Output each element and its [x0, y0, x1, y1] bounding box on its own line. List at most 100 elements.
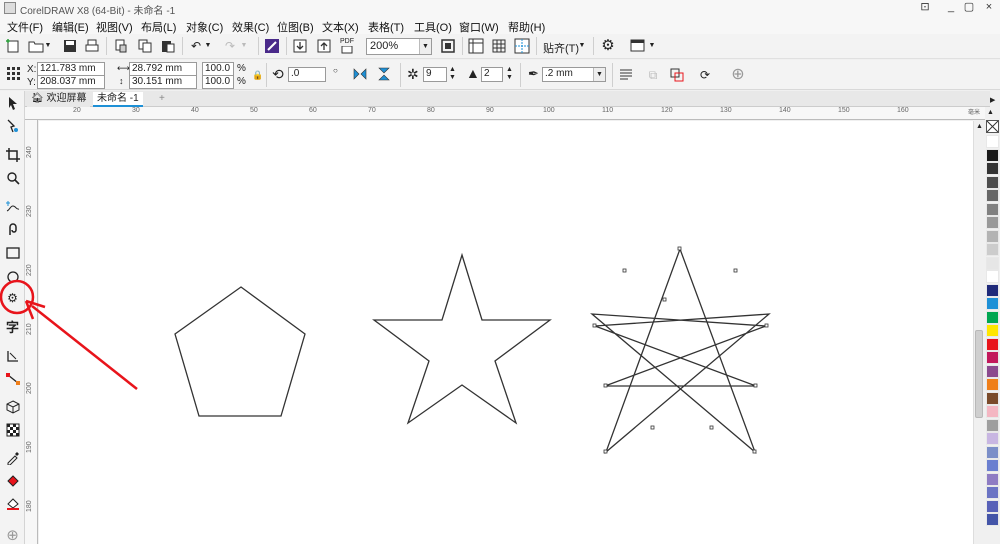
snap-dropdown-icon[interactable]: ▼: [578, 38, 586, 54]
menu-layout[interactable]: 布局(L): [141, 19, 176, 35]
crop-tool-icon[interactable]: [4, 148, 21, 165]
menu-help[interactable]: 帮助(H): [508, 19, 545, 35]
color-swatch[interactable]: [986, 189, 999, 202]
extrude-tool-icon[interactable]: [4, 400, 21, 417]
show-guidelines-icon[interactable]: [514, 38, 530, 54]
save-icon[interactable]: [62, 38, 78, 54]
publish-pdf-icon[interactable]: PDF: [339, 38, 355, 54]
redo-dropdown-icon[interactable]: ▼: [240, 38, 248, 54]
color-swatch[interactable]: [986, 405, 999, 418]
color-swatch[interactable]: [986, 418, 999, 432]
options-gear-icon[interactable]: ⚙: [600, 38, 616, 54]
points-spinner[interactable]: ▲ ▼: [449, 66, 456, 82]
eyedropper-tool-icon[interactable]: [4, 451, 21, 468]
application-launcher-icon[interactable]: [630, 38, 646, 54]
color-swatch[interactable]: [986, 445, 999, 459]
tab-welcome-screen[interactable]: 🏠︎ 欢迎屏幕: [27, 92, 91, 107]
color-swatch[interactable]: [986, 486, 999, 499]
five-point-star-shape[interactable]: [372, 252, 552, 425]
sharpness-field[interactable]: 2: [481, 67, 503, 82]
ellipse-tool-icon[interactable]: [4, 269, 21, 286]
color-swatch[interactable]: [986, 175, 999, 189]
show-rulers-icon[interactable]: [468, 38, 484, 54]
points-count-field[interactable]: 9: [423, 67, 447, 82]
color-swatch[interactable]: [986, 148, 999, 162]
color-swatch[interactable]: [986, 499, 999, 513]
shape-tool-icon[interactable]: [4, 119, 21, 136]
vertical-ruler[interactable]: 240 230 220 210 200 190 180: [25, 120, 38, 544]
help-window-button[interactable]: ⊡: [912, 0, 938, 17]
undo-dropdown-icon[interactable]: ▼: [204, 38, 212, 54]
menu-object[interactable]: 对象(C): [186, 19, 223, 35]
color-swatch[interactable]: [986, 297, 999, 310]
height-field[interactable]: 30.151 mm: [129, 75, 197, 89]
menu-edit[interactable]: 编辑(E): [52, 19, 89, 35]
tab-document[interactable]: 未命名 -1: [93, 92, 143, 107]
add-tool-icon[interactable]: ⊕: [4, 527, 21, 544]
copy-icon[interactable]: [137, 38, 153, 54]
pentagon-shape[interactable]: [174, 286, 306, 417]
scale-width-field[interactable]: 100.0: [202, 62, 234, 76]
menu-file[interactable]: 文件(F): [7, 19, 43, 35]
text-wrap-icon[interactable]: [618, 67, 634, 83]
pick-tool-icon[interactable]: [4, 96, 21, 113]
color-swatch[interactable]: [986, 391, 999, 405]
parallel-dimension-tool-icon[interactable]: [4, 349, 21, 366]
color-swatch[interactable]: [986, 324, 999, 337]
open-folder-icon[interactable]: [28, 38, 44, 54]
nine-point-star-shape[interactable]: [590, 247, 771, 455]
polygon-tool-icon[interactable]: ⚙︎: [4, 290, 21, 307]
color-swatch[interactable]: [986, 472, 999, 486]
color-swatch[interactable]: [986, 283, 999, 297]
rectangle-tool-icon[interactable]: [4, 246, 21, 263]
menu-window[interactable]: 窗口(W): [459, 19, 499, 35]
interactive-fill-tool-icon[interactable]: [4, 474, 21, 491]
new-document-icon[interactable]: [5, 38, 21, 54]
full-screen-preview-icon[interactable]: [440, 38, 456, 54]
redo-icon[interactable]: ↷: [222, 38, 238, 54]
show-grid-icon[interactable]: [491, 38, 507, 54]
undo-icon[interactable]: ↶: [188, 38, 204, 54]
artistic-media-tool-icon[interactable]: [4, 222, 21, 239]
paste-icon[interactable]: [160, 38, 176, 54]
connector-tool-icon[interactable]: [4, 372, 21, 389]
color-swatch[interactable]: [986, 378, 999, 391]
search-content-icon[interactable]: [264, 38, 280, 54]
close-button[interactable]: ×: [976, 0, 1000, 17]
convert-to-curves-icon[interactable]: ⟳: [697, 67, 713, 83]
smart-fill-tool-icon[interactable]: [4, 496, 21, 513]
print-icon[interactable]: [84, 38, 100, 54]
color-swatch[interactable]: [986, 337, 999, 351]
open-dropdown-icon[interactable]: ▼: [44, 38, 52, 54]
text-tool-icon[interactable]: 字: [4, 319, 21, 336]
color-swatch[interactable]: [986, 310, 999, 324]
snap-to-menu[interactable]: 贴齐(T): [543, 40, 579, 56]
y-position-field[interactable]: 208.037 mm: [37, 75, 105, 89]
break-apart-icon[interactable]: [669, 67, 685, 83]
launcher-dropdown-icon[interactable]: ▼: [648, 38, 656, 54]
lock-ratio-icon[interactable]: 🔒: [252, 70, 263, 81]
menu-effects[interactable]: 效果(C): [232, 19, 269, 35]
color-swatch[interactable]: [986, 135, 999, 148]
color-swatch[interactable]: [986, 202, 999, 216]
import-icon[interactable]: [292, 38, 308, 54]
docker-expand-icon[interactable]: ▶: [990, 96, 995, 104]
freehand-tool-icon[interactable]: [4, 199, 21, 216]
zoom-level-select[interactable]: 200% ▼: [366, 38, 432, 55]
cut-icon[interactable]: [113, 38, 129, 54]
color-swatch[interactable]: [986, 270, 999, 283]
zoom-tool-icon[interactable]: [4, 171, 21, 188]
add-tab-button[interactable]: +: [155, 92, 169, 107]
rotation-angle-field[interactable]: .0: [288, 67, 326, 82]
scroll-up-icon[interactable]: ▲: [976, 123, 983, 130]
outline-width-select[interactable]: .2 mm ▼: [542, 67, 606, 82]
menu-table[interactable]: 表格(T): [368, 19, 404, 35]
object-origin-icon[interactable]: [5, 66, 21, 82]
color-swatch[interactable]: [986, 513, 999, 526]
menu-text[interactable]: 文本(X): [322, 19, 359, 35]
menu-bitmaps[interactable]: 位图(B): [277, 19, 314, 35]
color-swatch[interactable]: [986, 351, 999, 364]
color-swatch[interactable]: [986, 216, 999, 229]
scale-height-field[interactable]: 100.0: [202, 75, 234, 89]
mirror-horizontal-icon[interactable]: [352, 66, 368, 82]
